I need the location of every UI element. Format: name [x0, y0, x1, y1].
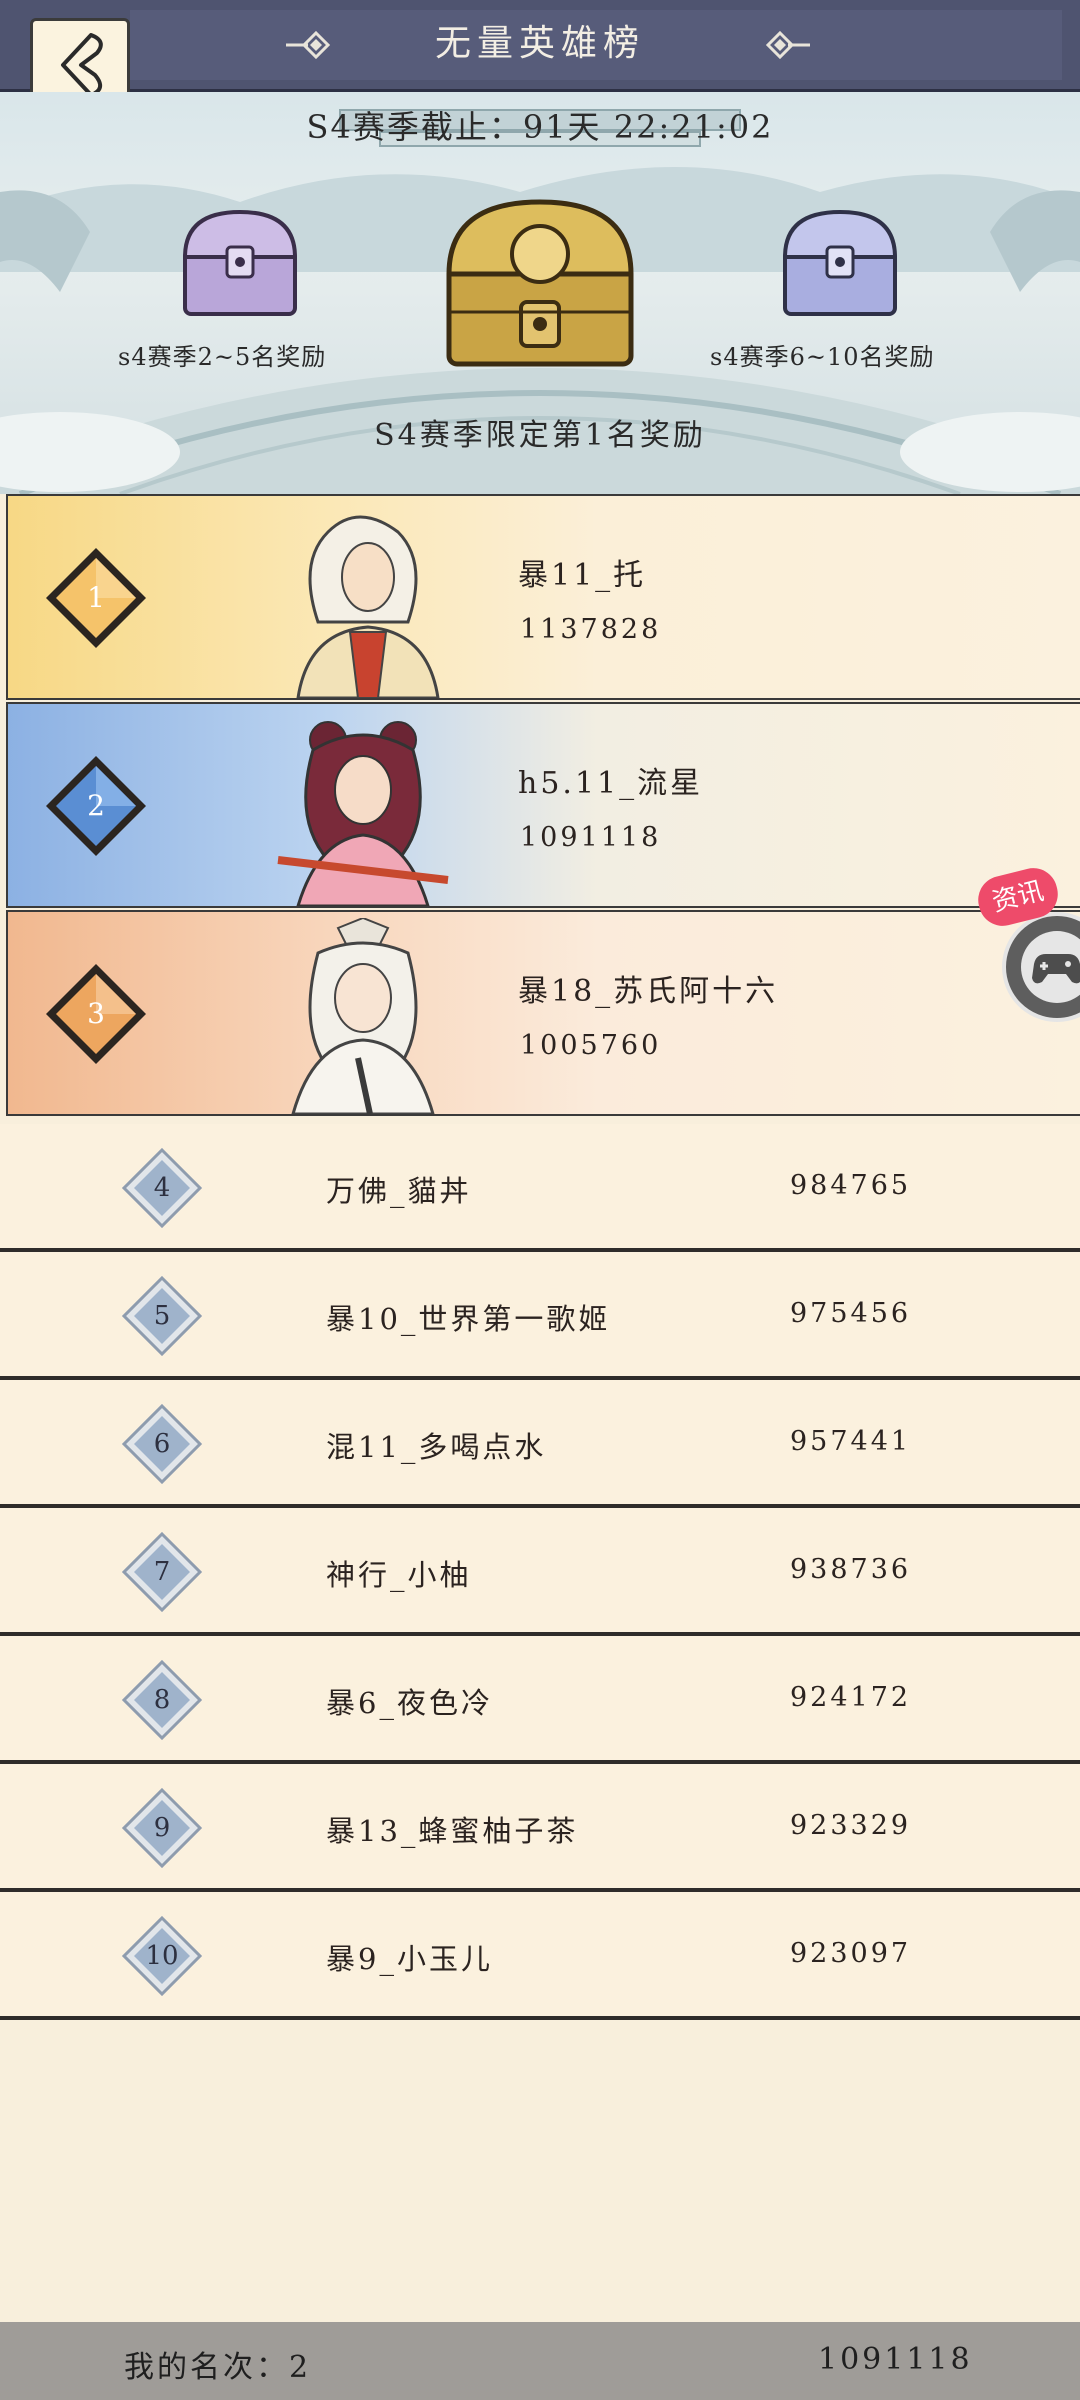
leaderboard-row[interactable]: 5 暴10_世界第一歌姬 975456	[0, 1252, 1080, 1380]
right-chest-label: s4赛季6~10名奖励	[710, 343, 935, 371]
rank-number: 7	[153, 1557, 171, 1587]
rank-number: 5	[153, 1301, 171, 1331]
title-bar: 无量英雄榜	[0, 0, 1080, 92]
my-rank-bar: 我的名次：2 1091118	[0, 2322, 1080, 2400]
player-score: 1091118	[520, 822, 662, 853]
player-score: 924172	[790, 1682, 912, 1713]
page-title: 无量英雄榜	[434, 23, 645, 64]
player-score: 938736	[790, 1554, 912, 1585]
player-name: h5.11_流星	[518, 766, 704, 801]
player-name: 暴10_世界第一歌姬	[326, 1302, 611, 1336]
left-chest-label: s4赛季2~5名奖励	[118, 343, 327, 371]
main-reward-label: S4赛季限定第1名奖励	[374, 418, 706, 453]
player-score: 923329	[790, 1810, 912, 1841]
gamepad-glyph-icon	[1021, 931, 1080, 1003]
player-name: 混11_多喝点水	[326, 1430, 547, 1464]
player-score: 1005760	[520, 1030, 662, 1061]
player-name: 暴13_蜂蜜柚子茶	[326, 1814, 579, 1848]
rank-number: 1	[87, 581, 105, 614]
leaderboard-row-top[interactable]: 3 暴18_苏氏阿十六 1005760	[6, 910, 1080, 1116]
rank-number: 8	[153, 1685, 171, 1715]
my-rank-label: 我的名次：2	[124, 2350, 312, 2385]
blue-chest-icon[interactable]	[775, 202, 905, 322]
player-score: 1137828	[520, 614, 662, 645]
player-score: 984765	[790, 1170, 912, 1201]
gold-chest-icon[interactable]	[435, 192, 645, 372]
player-name: 暴9_小玉儿	[326, 1942, 493, 1976]
rank-number: 4	[153, 1173, 171, 1203]
silver-chest-icon[interactable]	[175, 202, 305, 322]
gamepad-icon	[1002, 912, 1080, 1022]
hero-avatar	[296, 515, 440, 698]
player-name: 暴11_托	[518, 558, 647, 593]
hero-avatar	[291, 918, 435, 1114]
player-name: 暴6_夜色冷	[326, 1686, 493, 1720]
season-countdown: S4赛季截止：91天 22:21:02	[306, 108, 774, 146]
player-name: 万佛_貓丼	[326, 1174, 472, 1208]
player-name: 神行_小柚	[326, 1558, 472, 1592]
reward-banner: S4赛季截止：91天 22:21:02 s4赛季2~5名奖励 s4赛季6~10名…	[0, 92, 1080, 494]
leaderboard-row[interactable]: 8 暴6_夜色冷 924172	[0, 1636, 1080, 1764]
hero-avatar	[277, 721, 449, 906]
rank-number: 10	[145, 1941, 179, 1971]
leaderboard-row-top[interactable]: 1 暴11_托 1137828	[6, 494, 1080, 700]
news-widget[interactable]: 资讯	[973, 863, 1080, 1022]
player-score: 957441	[790, 1426, 912, 1457]
rank-number: 6	[153, 1429, 171, 1459]
leaderboard-row[interactable]: 10 暴9_小玉儿 923097	[0, 1892, 1080, 2020]
rank-number: 9	[153, 1813, 171, 1843]
leaderboard-row-top[interactable]: 2 h5.11_流星 1091118	[6, 702, 1080, 908]
leaderboard-row[interactable]: 6 混11_多喝点水 957441	[0, 1380, 1080, 1508]
rank-number: 3	[87, 997, 105, 1030]
leaderboard-row[interactable]: 7 神行_小柚 938736	[0, 1508, 1080, 1636]
player-score: 975456	[790, 1298, 912, 1329]
player-score: 923097	[790, 1938, 912, 1969]
leaderboard-row[interactable]: 9 暴13_蜂蜜柚子茶 923329	[0, 1764, 1080, 1892]
leaderboard-row[interactable]: 4 万佛_貓丼 984765	[0, 1124, 1080, 1252]
player-name: 暴18_苏氏阿十六	[518, 974, 779, 1009]
my-score: 1091118	[818, 2342, 973, 2377]
rank-number: 2	[87, 789, 105, 822]
